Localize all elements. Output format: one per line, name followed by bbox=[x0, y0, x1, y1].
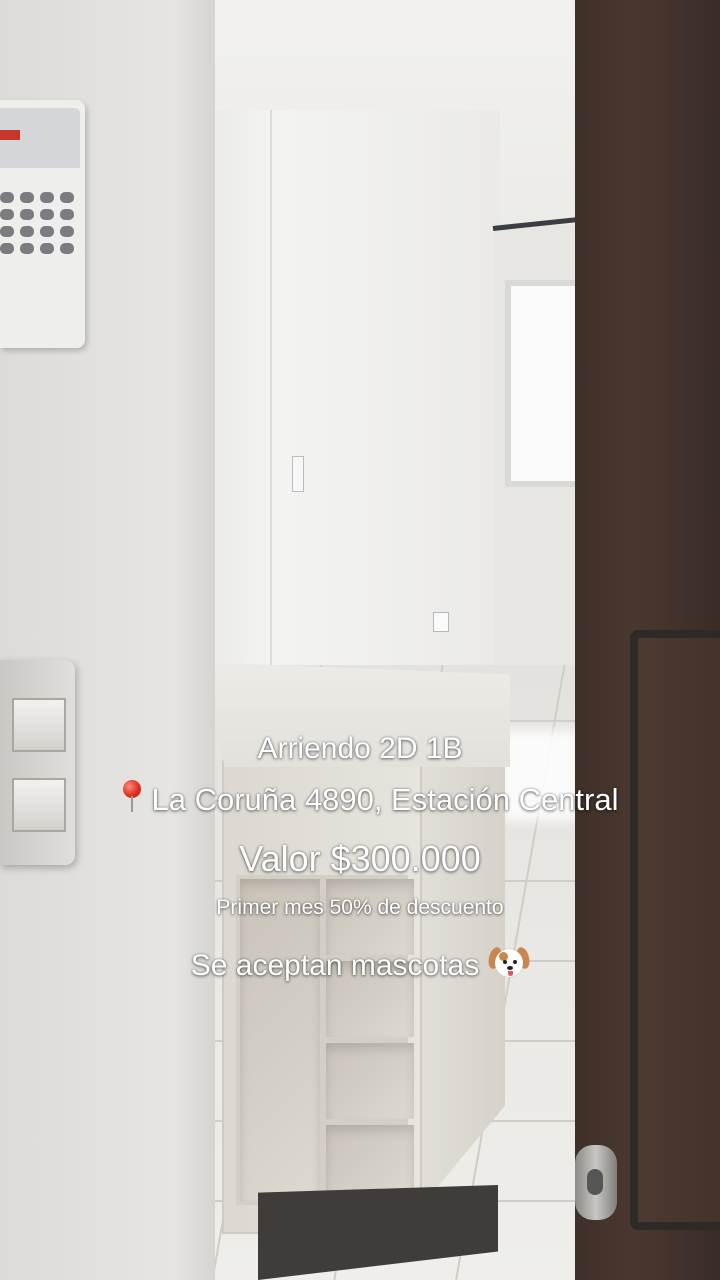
keypad-key bbox=[0, 192, 14, 203]
keyhole bbox=[587, 1169, 603, 1195]
island-shelves bbox=[236, 875, 414, 1205]
keypad-key bbox=[40, 209, 54, 220]
keypad-key bbox=[40, 243, 54, 254]
keypad-key bbox=[0, 226, 14, 237]
video-frame bbox=[0, 0, 720, 1280]
keypad-key bbox=[20, 192, 34, 203]
alarm-brand-mark bbox=[0, 130, 20, 140]
keypad-key bbox=[40, 226, 54, 237]
keypad-key bbox=[20, 209, 34, 220]
keypad-key bbox=[60, 243, 74, 254]
keypad-key bbox=[60, 192, 74, 203]
keypad-key bbox=[40, 192, 54, 203]
caption-address: La Coruña 4890, Estación Central bbox=[0, 780, 720, 818]
door-lock-icon bbox=[575, 1145, 617, 1220]
keypad-key bbox=[0, 243, 14, 254]
alarm-keypad bbox=[0, 192, 80, 254]
shelf-cell bbox=[326, 1043, 414, 1119]
keypad-key bbox=[0, 209, 14, 220]
address-text: La Coruña 4890, Estación Central bbox=[151, 782, 619, 817]
caption-discount: Primer mes 50% de descuento bbox=[216, 896, 504, 919]
pets-text: Se aceptan mascotas bbox=[190, 949, 480, 982]
keypad-key bbox=[20, 243, 34, 254]
shelf-cell bbox=[240, 879, 320, 1201]
power-outlet bbox=[433, 612, 449, 632]
keypad-key bbox=[60, 226, 74, 237]
keypad-key bbox=[60, 209, 74, 220]
round-pushpin-icon bbox=[121, 780, 143, 814]
light-switch bbox=[292, 456, 304, 492]
back-wall bbox=[260, 110, 500, 670]
caption-title: Arriendo 2D 1B bbox=[257, 732, 463, 765]
alarm-keypad-panel bbox=[0, 100, 85, 348]
keypad-key bbox=[20, 226, 34, 237]
dog-face-icon bbox=[486, 945, 532, 981]
caption-price: Valor $300.000 bbox=[239, 838, 481, 879]
caption-pets: Se aceptan mascotas bbox=[0, 945, 720, 983]
door-panel-frame bbox=[630, 630, 720, 1230]
